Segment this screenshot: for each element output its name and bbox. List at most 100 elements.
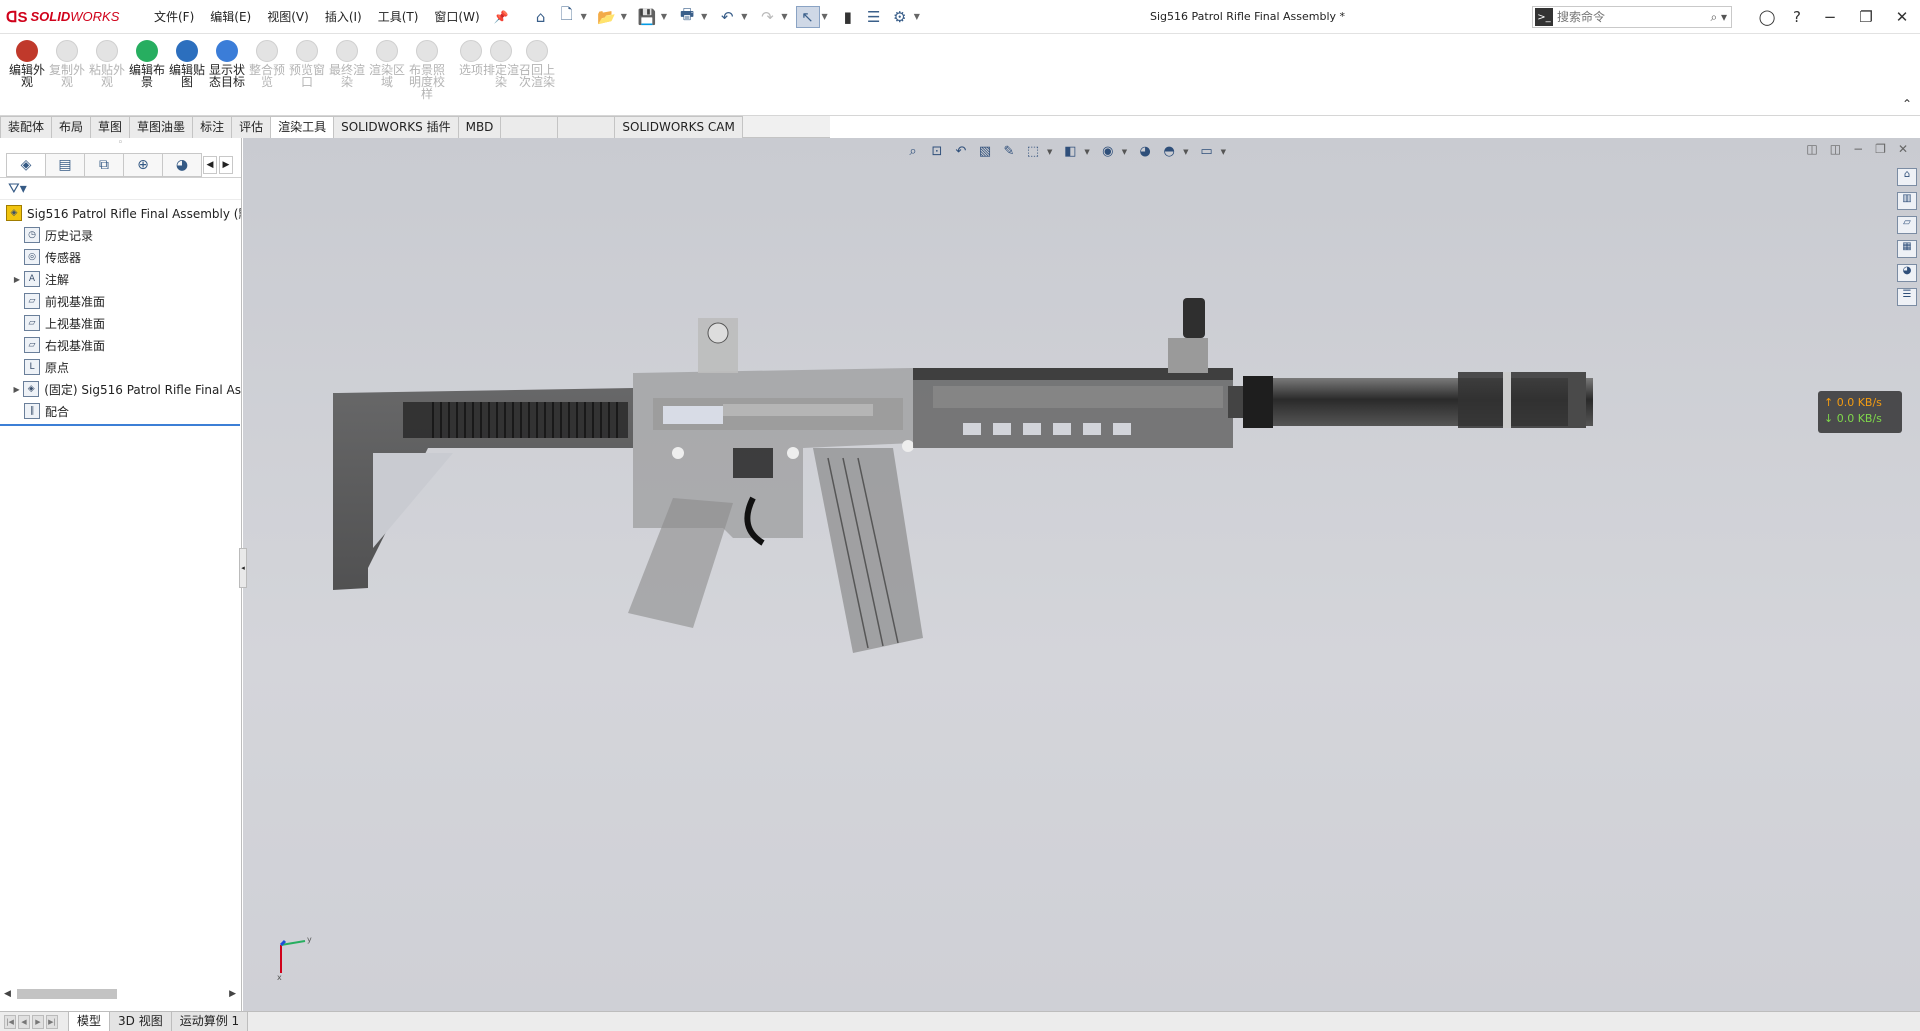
tree-item-1[interactable]: ◎ 传感器 — [0, 246, 241, 268]
tree-root-assembly[interactable]: ◈ Sig516 Patrol Rifle Final Assembly (默 — [0, 202, 241, 224]
tab-2[interactable]: 草图 — [90, 116, 131, 138]
menu-item-1[interactable]: 编辑(E) — [202, 8, 259, 25]
viewport-tile-left-icon[interactable]: ◫ — [1806, 142, 1817, 156]
collapse-ribbon-icon[interactable]: ⌃ — [1902, 97, 1912, 111]
tab-8[interactable]: MBD — [457, 116, 502, 138]
tree-item-5[interactable]: ▱ 右视基准面 — [0, 334, 241, 356]
appearances-scenes-icon[interactable]: ◕ — [1897, 264, 1917, 282]
menu-item-5[interactable]: 窗口(W) — [426, 8, 487, 25]
feature-manager-tab-icon[interactable]: ◈ — [6, 152, 46, 177]
save-dropdown-icon[interactable]: ▼ — [661, 12, 667, 21]
view-orientation-icon[interactable]: ⬚ — [1023, 142, 1043, 162]
pin-menu-icon[interactable]: 📌 — [494, 10, 509, 24]
minimize-button[interactable]: − — [1812, 8, 1848, 26]
scroll-right-icon[interactable]: ▶ — [229, 989, 236, 999]
tab-9[interactable] — [500, 116, 559, 138]
display-style-dropdown-icon[interactable]: ▼ — [1084, 148, 1089, 156]
hide-show-items-icon[interactable]: ◉ — [1098, 142, 1118, 162]
tree-item-8[interactable]: ∥ 配合 — [0, 400, 241, 422]
tab-5[interactable]: 评估 — [231, 116, 272, 138]
save-icon[interactable]: 💾 — [635, 6, 659, 28]
tree-item-2[interactable]: ▶ A 注解 — [0, 268, 241, 290]
restore-button[interactable]: ❐ — [1848, 8, 1884, 26]
graphics-area[interactable]: ◂ ⌕ ⊡ ↶ ▧ ✎ ⬚ ▼ ◧ ▼ ◉ ▼ ◕ ◓ ▼ ▭ ▼ ◫ ◫ − ❐ ✕ ⌂… — [239, 138, 1920, 1011]
home-icon[interactable]: ⌂ — [529, 6, 553, 28]
zoom-to-fit-icon[interactable]: ⌕ — [903, 142, 923, 162]
options-gear-icon[interactable]: ⚙ — [888, 6, 912, 28]
apply-scene-icon[interactable]: ◓ — [1159, 142, 1179, 162]
bottom-tab-1[interactable]: 3D 视图 — [109, 1011, 172, 1031]
rifle-3d-model[interactable] — [333, 298, 1623, 678]
solidworks-logo[interactable]: ᗡS SOLID WORKS — [6, 8, 136, 26]
redo-dropdown-icon[interactable]: ▼ — [781, 12, 787, 21]
menu-item-2[interactable]: 视图(V) — [259, 8, 317, 25]
menu-item-0[interactable]: 文件(F) — [146, 8, 202, 25]
scroll-left-icon[interactable]: ◀ — [4, 989, 11, 999]
expand-arrow-icon[interactable]: ▶ — [10, 275, 24, 284]
section-view-icon[interactable]: ▧ — [975, 142, 995, 162]
open-icon[interactable]: 📂 — [595, 6, 619, 28]
tree-item-6[interactable]: L 原点 — [0, 356, 241, 378]
first-tab-icon[interactable]: |◀ — [4, 1014, 16, 1029]
view-orientation-dropdown-icon[interactable]: ▼ — [1047, 148, 1052, 156]
tree-item-4[interactable]: ▱ 上视基准面 — [0, 312, 241, 334]
zoom-to-area-icon[interactable]: ⊡ — [927, 142, 947, 162]
tab-0[interactable]: 装配体 — [0, 116, 53, 138]
viewport-close-icon[interactable]: ✕ — [1898, 142, 1908, 156]
panel-collapse-handle[interactable]: ◂ — [239, 548, 247, 588]
open-dropdown-icon[interactable]: ▼ — [621, 12, 627, 21]
user-account-icon[interactable]: ◯ — [1752, 8, 1782, 26]
search-commands-box[interactable]: >_ ⌕ ▾ — [1532, 6, 1732, 28]
tab-10[interactable] — [557, 116, 616, 138]
tab-4[interactable]: 标注 — [192, 116, 233, 138]
new-dropdown-icon[interactable]: ▼ — [581, 12, 587, 21]
view-palette-icon[interactable]: ▦ — [1897, 240, 1917, 258]
view-settings-icon[interactable]: ▭ — [1197, 142, 1217, 162]
configuration-manager-tab-icon[interactable]: ⧉ — [84, 152, 124, 177]
tree-filter[interactable]: ⛛▾ — [0, 178, 241, 200]
bottom-tab-2[interactable]: 运动算例 1 — [170, 1011, 249, 1031]
select-cursor-icon[interactable]: ↖ — [795, 5, 820, 28]
panel-grip[interactable]: ◦ — [0, 138, 241, 152]
solidworks-resources-icon[interactable]: ⌂ — [1897, 168, 1917, 186]
print-icon[interactable]: 🖶 — [675, 5, 699, 28]
tab-3[interactable]: 草图油墨 — [129, 116, 194, 138]
panel-scroll-left-icon[interactable]: ◀ — [203, 155, 217, 174]
tab-11[interactable]: SOLIDWORKS CAM — [614, 116, 743, 138]
tab-6[interactable]: 渲染工具 — [270, 116, 335, 138]
custom-properties-icon[interactable]: ☰ — [1897, 288, 1917, 306]
search-input[interactable] — [1557, 10, 1697, 24]
tab-1[interactable]: 布局 — [51, 116, 92, 138]
close-button[interactable]: ✕ — [1884, 8, 1920, 26]
display-style-icon[interactable]: ◧ — [1060, 142, 1080, 162]
property-manager-tab-icon[interactable]: ▤ — [45, 152, 85, 177]
bottom-tab-0[interactable]: 模型 — [68, 1011, 111, 1031]
next-tab-icon[interactable]: ▶ — [32, 1014, 44, 1029]
tree-item-0[interactable]: ◷ 历史记录 — [0, 224, 241, 246]
viewport-restore-icon[interactable]: ❐ — [1875, 142, 1886, 156]
previous-view-icon[interactable]: ↶ — [951, 142, 971, 162]
tab-7[interactable]: SOLIDWORKS 插件 — [333, 116, 459, 138]
command-13[interactable]: 召回上次渲染 — [514, 40, 560, 88]
tree-item-3[interactable]: ▱ 前视基准面 — [0, 290, 241, 312]
dynamic-annotation-icon[interactable]: ✎ — [999, 142, 1019, 162]
select-dropdown-icon[interactable]: ▼ — [822, 12, 828, 21]
redo-icon[interactable]: ↷ — [755, 6, 779, 28]
viewport-tile-right-icon[interactable]: ◫ — [1830, 142, 1841, 156]
panel-scroll-right-icon[interactable]: ▶ — [219, 155, 233, 174]
print-dropdown-icon[interactable]: ▼ — [701, 12, 707, 21]
filter-icon[interactable]: ⛛▾ — [8, 181, 27, 197]
view-settings-dropdown-icon[interactable]: ▼ — [1221, 148, 1226, 156]
menu-item-4[interactable]: 工具(T) — [370, 8, 427, 25]
undo-icon[interactable]: ↶ — [715, 6, 739, 28]
apply-scene-dropdown-icon[interactable]: ▼ — [1183, 148, 1188, 156]
scroll-thumb[interactable] — [16, 989, 117, 999]
search-icon[interactable]: ⌕ ▾ — [1710, 10, 1727, 25]
menu-item-3[interactable]: 插入(I) — [317, 8, 370, 25]
tree-item-7[interactable]: ▶ ◈ (固定) Sig516 Patrol Rifle Final As — [0, 378, 241, 400]
hide-show-dropdown-icon[interactable]: ▼ — [1122, 148, 1127, 156]
edit-appearance-icon[interactable]: ◕ — [1135, 142, 1155, 162]
rebuild-traffic-light-icon[interactable]: ▮ — [836, 6, 860, 28]
undo-dropdown-icon[interactable]: ▼ — [741, 12, 747, 21]
tree-horizontal-scrollbar[interactable]: ◀ ▶ — [4, 987, 236, 1001]
